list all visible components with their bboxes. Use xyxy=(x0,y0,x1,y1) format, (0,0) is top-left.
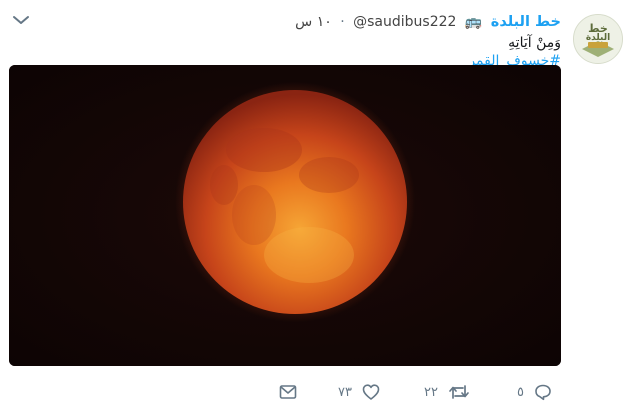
tweet-media-image[interactable] xyxy=(9,65,561,366)
tweet-timestamp[interactable]: ١٠ س xyxy=(295,12,332,32)
reply-icon xyxy=(535,384,551,401)
retweet-button[interactable]: ٢٢ xyxy=(424,376,470,408)
bus-icon: 🚌 xyxy=(464,14,483,30)
tweet-actions: ٥ ٢٢ ٧٣ xyxy=(0,376,637,408)
like-button[interactable]: ٧٣ xyxy=(338,376,380,408)
retweet-count: ٢٢ xyxy=(424,384,438,400)
avatar-image: خط البلدة xyxy=(574,15,622,63)
reply-button[interactable]: ٥ xyxy=(517,376,552,408)
like-count: ٧٣ xyxy=(338,384,352,400)
tweet-card[interactable]: خط البلدة خط البلدة 🚌 @saudibus222 · ١٠ … xyxy=(0,0,637,413)
author-handle[interactable]: @saudibus222 xyxy=(353,12,456,32)
blood-moon-image xyxy=(9,65,561,366)
tweet-header: خط البلدة 🚌 @saudibus222 · ١٠ س xyxy=(295,12,561,32)
heart-icon xyxy=(362,384,380,400)
tweet-text-line: وَمِنْ آيَاتِهِ xyxy=(508,35,561,51)
direct-message-button[interactable] xyxy=(279,376,297,408)
separator-dot: · xyxy=(340,14,345,30)
avatar-text-bottom: البلدة xyxy=(586,33,610,43)
chevron-down-icon[interactable] xyxy=(12,12,30,28)
author-name[interactable]: خط البلدة xyxy=(491,12,561,32)
reply-count: ٥ xyxy=(517,384,524,400)
envelope-icon xyxy=(279,385,297,399)
retweet-icon xyxy=(449,385,469,399)
avatar[interactable]: خط البلدة xyxy=(573,14,623,64)
